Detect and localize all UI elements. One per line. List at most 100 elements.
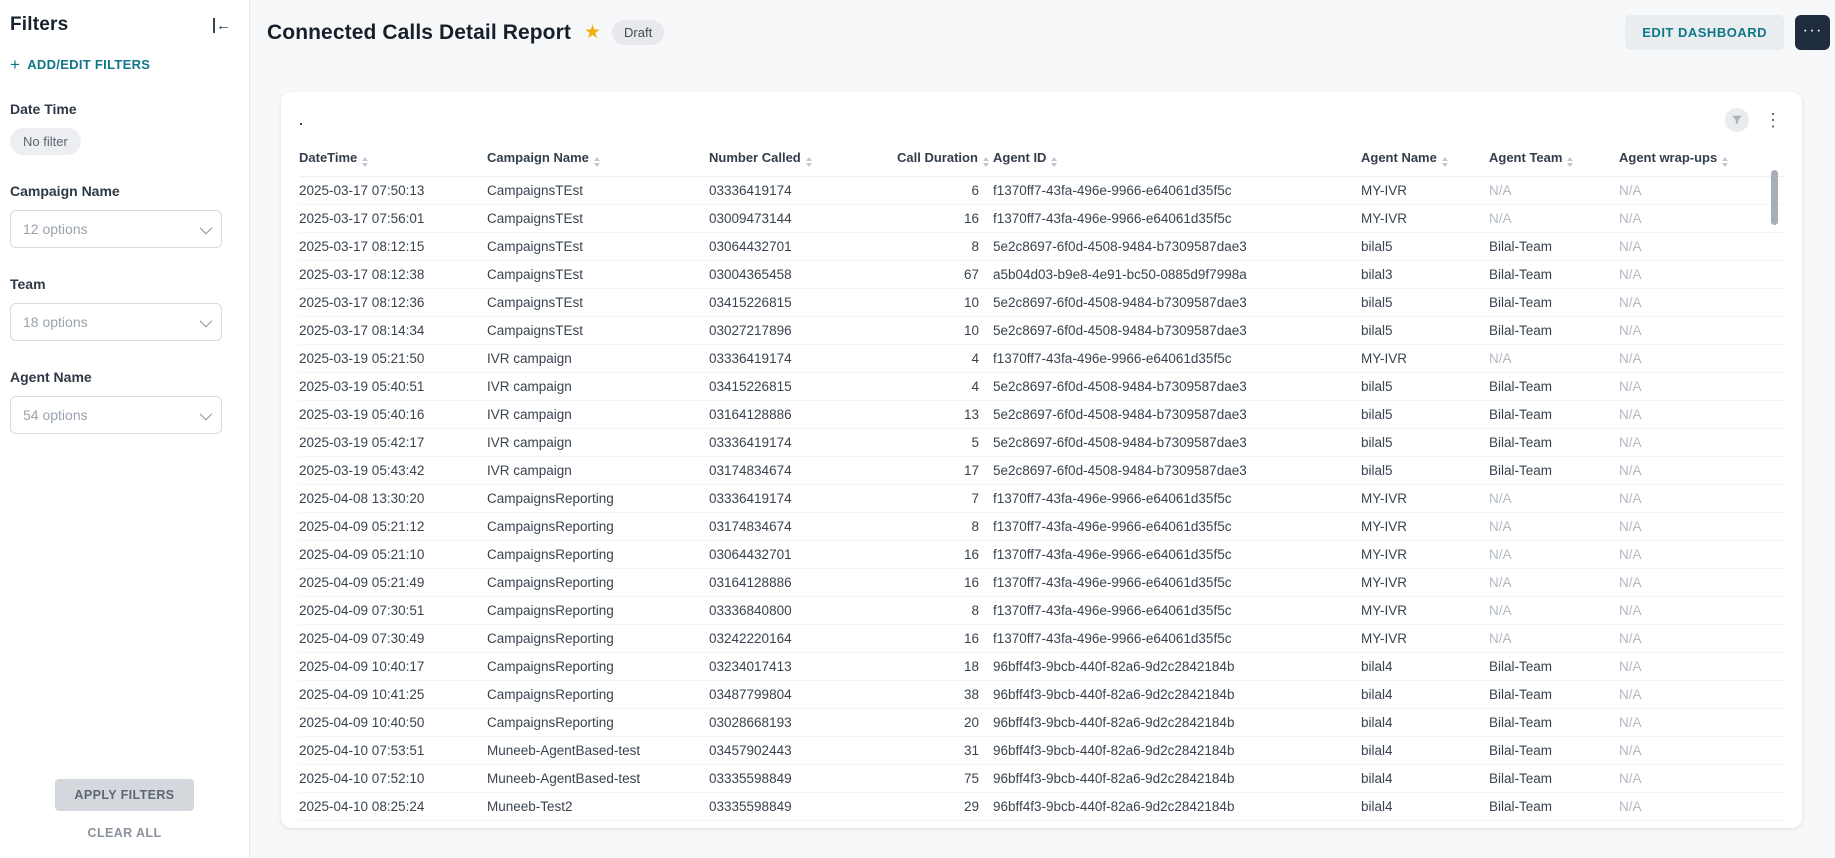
column-header-agent-team[interactable]: Agent Team [1489, 142, 1619, 177]
table-scrollbar[interactable] [1771, 162, 1778, 820]
cell-agent-team: Bilal-Team [1489, 709, 1619, 737]
cell-agent-wrap-ups: N/A [1619, 513, 1784, 541]
cell-datetime: 2025-03-17 08:12:15 [299, 233, 487, 261]
cell-agent-name: bilal5 [1361, 317, 1489, 345]
cell-number-called: 03242220164 [709, 625, 897, 653]
cell-call-duration: 7 [897, 485, 993, 513]
cell-agent-wrap-ups: N/A [1619, 345, 1784, 373]
cell-agent-wrap-ups: N/A [1619, 737, 1784, 765]
more-options-button[interactable]: ··· [1795, 15, 1830, 50]
cell-agent-name: MY-IVR [1361, 625, 1489, 653]
cell-datetime: 2025-03-17 08:14:34 [299, 317, 487, 345]
cell-agent-team: N/A [1489, 485, 1619, 513]
cell-agent-wrap-ups: N/A [1619, 485, 1784, 513]
cell-agent-name: bilal4 [1361, 653, 1489, 681]
apply-filters-button[interactable]: APPLY FILTERS [55, 779, 193, 811]
column-header-datetime[interactable]: DateTime [299, 142, 487, 177]
collapse-sidebar-button[interactable]: ← [209, 16, 235, 35]
cell-number-called: 03415226815 [709, 373, 897, 401]
column-header-call-duration[interactable]: Call Duration [897, 142, 993, 177]
cell-campaign-name: CampaignsReporting [487, 513, 709, 541]
cell-number-called: 03164128886 [709, 401, 897, 429]
cell-call-duration: 5 [897, 429, 993, 457]
agent-name-select[interactable]: 54 options [10, 396, 222, 434]
cell-datetime: 2025-03-17 08:12:38 [299, 261, 487, 289]
cell-agent-name: bilal5 [1361, 289, 1489, 317]
cell-agent-id: 96bff4f3-9bcb-440f-82a6-9d2c2842184b [993, 821, 1361, 829]
cell-agent-team: N/A [1489, 569, 1619, 597]
column-header-agent-id[interactable]: Agent ID [993, 142, 1361, 177]
table-row: 2025-04-10 09:41:30Muneeb-Test2033364191… [299, 821, 1784, 829]
clear-all-button[interactable]: CLEAR ALL [88, 826, 162, 840]
cell-agent-id: 96bff4f3-9bcb-440f-82a6-9d2c2842184b [993, 793, 1361, 821]
cell-datetime: 2025-04-10 09:41:30 [299, 821, 487, 829]
cell-agent-team: Bilal-Team [1489, 681, 1619, 709]
cell-agent-wrap-ups: N/A [1619, 177, 1784, 205]
chevron-down-icon [200, 314, 213, 327]
cell-agent-name: MY-IVR [1361, 569, 1489, 597]
table-row: 2025-04-09 05:21:12CampaignsReporting031… [299, 513, 1784, 541]
column-label-campaign-name: Campaign Name [487, 150, 589, 165]
cell-number-called: 03336419174 [709, 177, 897, 205]
cell-agent-id: 96bff4f3-9bcb-440f-82a6-9d2c2842184b [993, 737, 1361, 765]
column-label-agent-wrap-ups: Agent wrap-ups [1619, 150, 1717, 165]
widget-filter-button[interactable] [1725, 108, 1749, 132]
cell-campaign-name: Muneeb-AgentBased-test [487, 737, 709, 765]
date-time-filter-chip[interactable]: No filter [10, 128, 81, 155]
campaign-name-select[interactable]: 12 options [10, 210, 222, 248]
team-select[interactable]: 18 options [10, 303, 222, 341]
cell-agent-wrap-ups: N/A [1619, 597, 1784, 625]
favorite-star-icon[interactable]: ★ [584, 23, 601, 42]
cell-campaign-name: CampaignsTEst [487, 233, 709, 261]
cell-call-duration: 75 [897, 765, 993, 793]
cell-agent-name: bilal5 [1361, 233, 1489, 261]
cell-agent-team: Bilal-Team [1489, 765, 1619, 793]
filter-label-agent-name: Agent Name [10, 369, 235, 385]
cell-agent-team: N/A [1489, 597, 1619, 625]
cell-call-duration: 8 [897, 597, 993, 625]
cell-agent-team: Bilal-Team [1489, 653, 1619, 681]
cell-number-called: 03174834674 [709, 513, 897, 541]
table-row: 2025-04-09 10:40:17CampaignsReporting032… [299, 653, 1784, 681]
main-content: Connected Calls Detail Report ★ Draft ED… [250, 0, 1835, 858]
cell-number-called: 03028668193 [709, 709, 897, 737]
cell-agent-team: Bilal-Team [1489, 429, 1619, 457]
cell-call-duration: 4 [897, 345, 993, 373]
column-header-number-called[interactable]: Number Called [709, 142, 897, 177]
cell-agent-name: bilal4 [1361, 709, 1489, 737]
cell-number-called: 03335598849 [709, 793, 897, 821]
cell-campaign-name: CampaignsReporting [487, 485, 709, 513]
cell-datetime: 2025-04-09 10:41:25 [299, 681, 487, 709]
cell-agent-wrap-ups: N/A [1619, 569, 1784, 597]
column-header-campaign-name[interactable]: Campaign Name [487, 142, 709, 177]
cell-call-duration: 20 [897, 709, 993, 737]
cell-agent-id: 5e2c8697-6f0d-4508-9484-b7309587dae3 [993, 317, 1361, 345]
cell-number-called: 03415226815 [709, 289, 897, 317]
cell-call-duration: 10 [897, 317, 993, 345]
cell-datetime: 2025-04-10 07:52:10 [299, 765, 487, 793]
cell-agent-name: MY-IVR [1361, 597, 1489, 625]
cell-agent-team: N/A [1489, 177, 1619, 205]
widget-menu-button[interactable]: ⋮ [1764, 111, 1782, 129]
cell-agent-id: f1370ff7-43fa-496e-9966-e64061d35f5c [993, 205, 1361, 233]
cell-datetime: 2025-04-09 05:21:49 [299, 569, 487, 597]
cell-call-duration: 13 [897, 401, 993, 429]
cell-agent-id: 5e2c8697-6f0d-4508-9484-b7309587dae3 [993, 457, 1361, 485]
cell-campaign-name: CampaignsTEst [487, 205, 709, 233]
cell-datetime: 2025-03-17 07:56:01 [299, 205, 487, 233]
edit-dashboard-button[interactable]: EDIT DASHBOARD [1625, 15, 1784, 50]
column-header-agent-wrap-ups[interactable]: Agent wrap-ups [1619, 142, 1784, 177]
cell-agent-wrap-ups: N/A [1619, 625, 1784, 653]
table-row: 2025-03-19 05:42:17IVR campaign033364191… [299, 429, 1784, 457]
table-scrollbar-thumb[interactable] [1771, 170, 1778, 225]
add-edit-filters-button[interactable]: + ADD/EDIT FILTERS [10, 56, 150, 73]
column-header-agent-name[interactable]: Agent Name [1361, 142, 1489, 177]
cell-campaign-name: CampaignsReporting [487, 541, 709, 569]
table-row: 2025-04-09 07:30:49CampaignsReporting032… [299, 625, 1784, 653]
page-title: Connected Calls Detail Report [267, 21, 571, 45]
sort-icon [362, 157, 368, 167]
cell-number-called: 03457902443 [709, 737, 897, 765]
cell-call-duration: 68 [897, 821, 993, 829]
cell-agent-name: bilal4 [1361, 765, 1489, 793]
campaign-name-select-value: 12 options [23, 221, 88, 237]
